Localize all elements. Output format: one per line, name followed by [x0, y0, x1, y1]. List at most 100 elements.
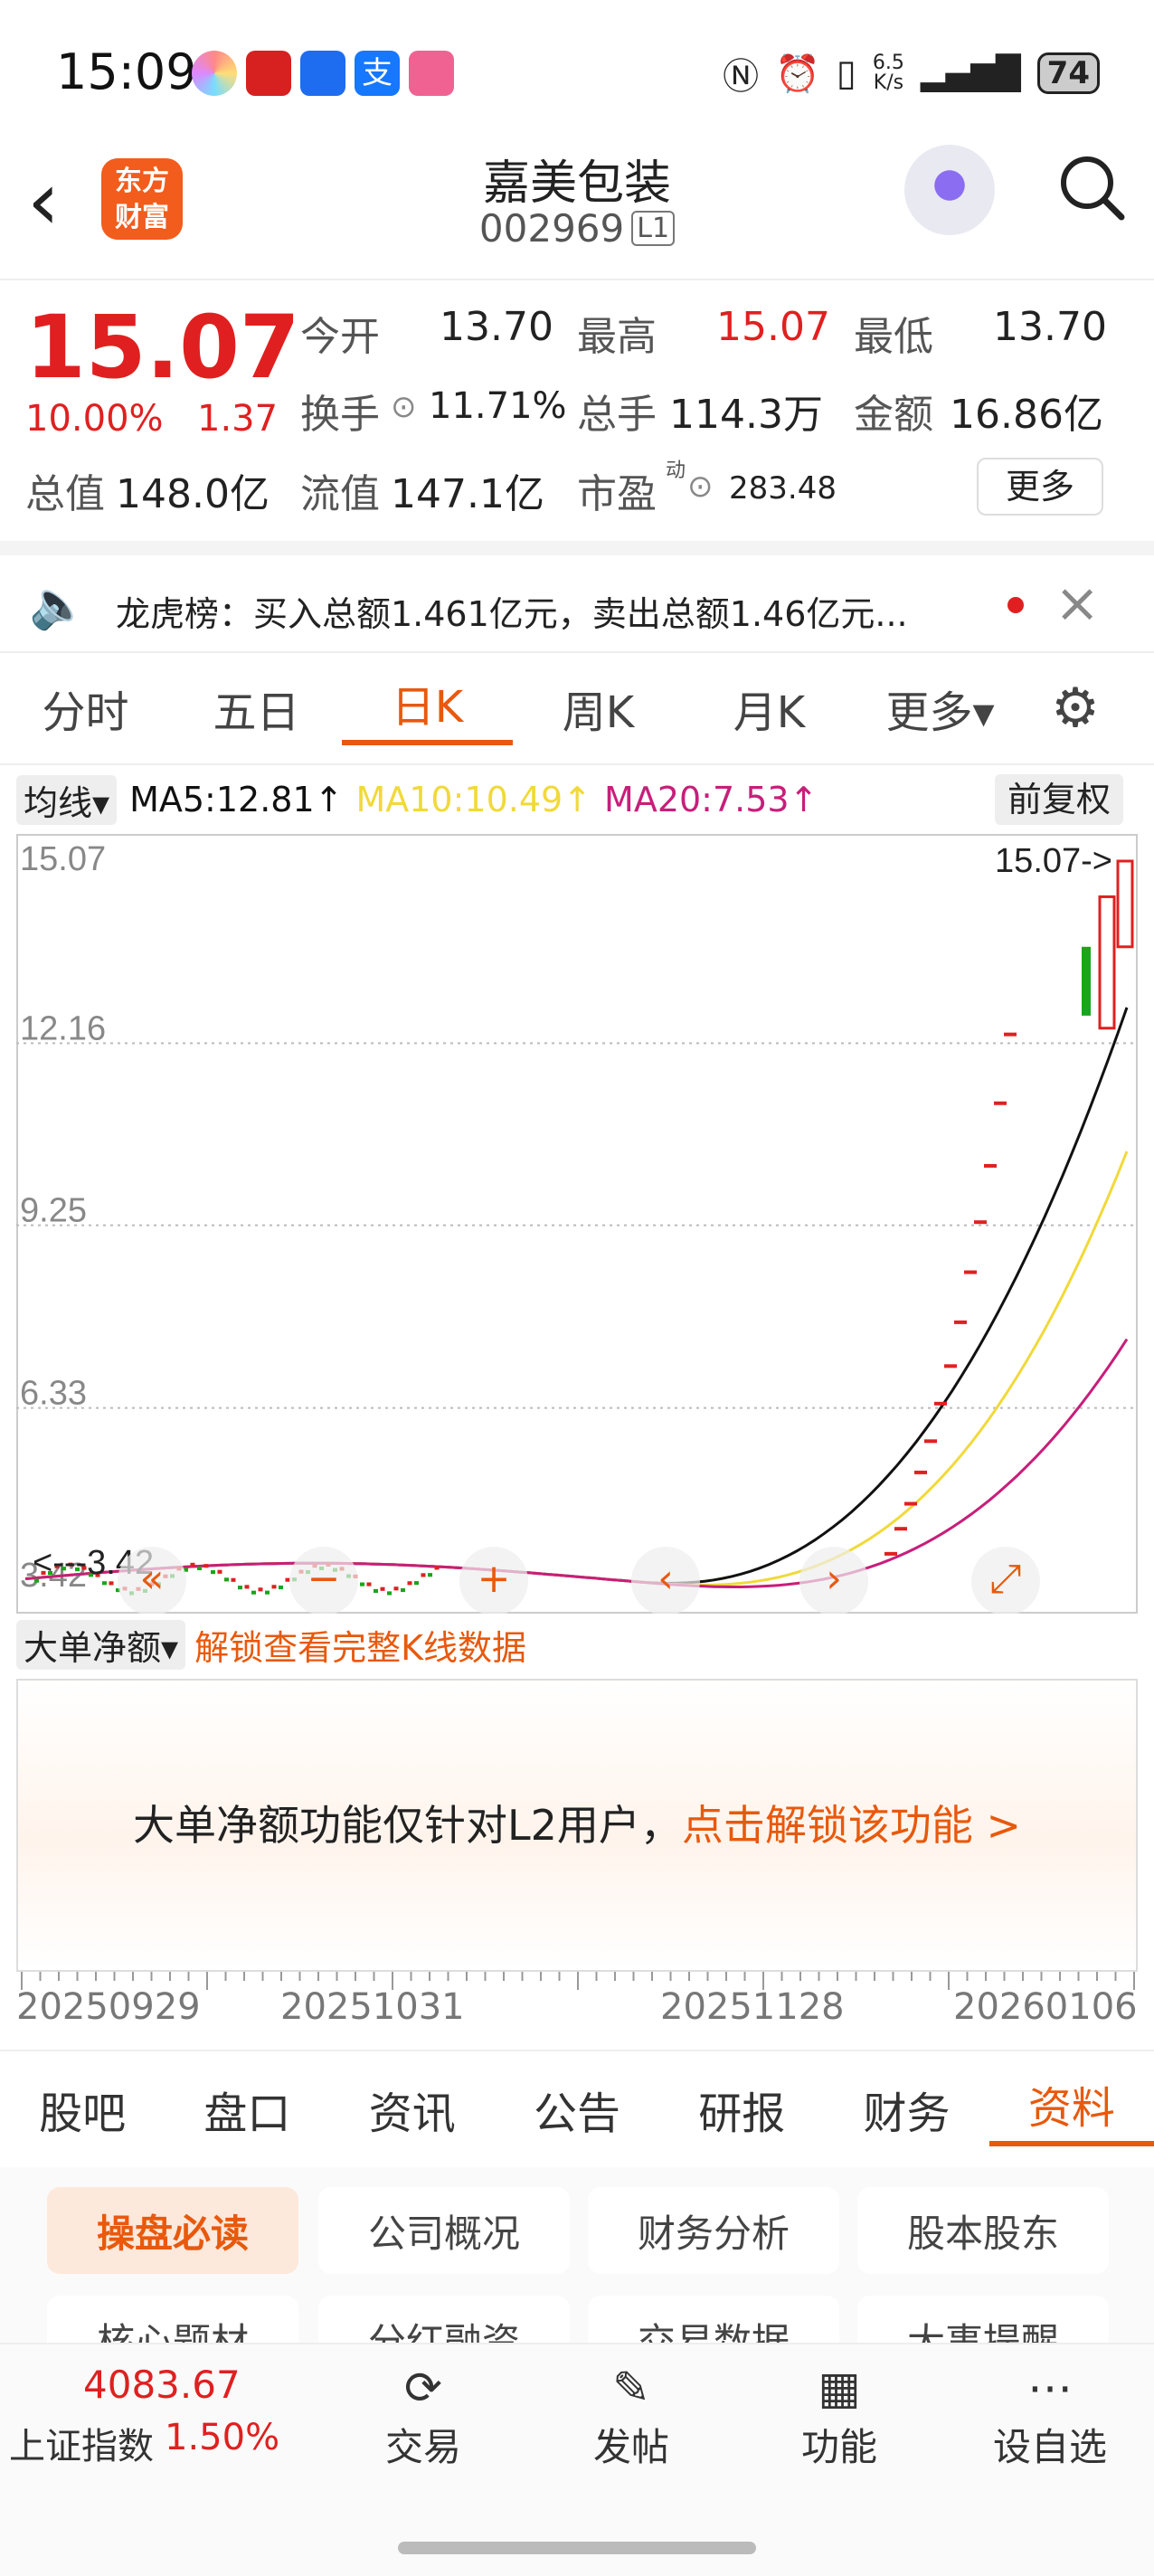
adjust-button[interactable]: 前复权 — [995, 774, 1124, 825]
tab-weekly-k[interactable]: 周K — [513, 677, 684, 740]
shareholders-button[interactable]: 股本股东 — [857, 2187, 1109, 2274]
bottom-toolbar: 4083.67 上证指数 1.50% ⟳ 交易 ✎ 发帖 ▦ 功能 ⋯ 设自选 — [0, 2343, 1154, 2576]
low-value: 13.70 — [993, 304, 1107, 350]
info-tabs: 股吧 盘口 资讯 公告 研报 财务 资料 — [0, 2050, 1154, 2167]
trade-button[interactable]: ⟳ 交易 — [369, 2359, 478, 2472]
tab-intraday[interactable]: 分时 — [0, 677, 171, 740]
watchlist-label: 设自选 — [992, 2425, 1107, 2469]
edit-icon: ✎ — [612, 2362, 650, 2414]
x-tick-label: 20260106 — [953, 1986, 1138, 2028]
pe-value: 283.48 — [729, 470, 837, 507]
chart-control-icon: − — [307, 1556, 341, 1602]
candle — [428, 1573, 432, 1577]
chat-dots-icon: ⋯ — [1027, 2362, 1073, 2414]
tab-daily-k[interactable]: 日K — [342, 671, 513, 745]
gear-icon[interactable]: ⚙ — [1026, 677, 1125, 740]
high-label: 最高 — [577, 314, 657, 360]
tab-guba[interactable]: 股吧 — [0, 2078, 165, 2141]
candle — [360, 1582, 364, 1586]
sub-chart-header: 大单净额▾ 解锁查看完整K线数据 — [16, 1619, 526, 1670]
financial-analysis-button[interactable]: 财务分析 — [588, 2187, 839, 2274]
change-percent: 10.00% — [25, 398, 164, 440]
tab-five-day[interactable]: 五日 — [171, 677, 342, 740]
candle — [265, 1590, 270, 1595]
candle — [251, 1590, 256, 1595]
float-label: 流值 — [300, 471, 380, 517]
ma5-label: MA5:12.81↑ — [129, 780, 344, 819]
turnover-label: 换手 — [300, 392, 380, 438]
sub-chart-panel: 大单净额功能仅针对L2用户， 点击解锁该功能 > — [16, 1679, 1138, 1972]
yen-cycle-icon: ⟳ — [404, 2362, 442, 2414]
x-axis-labels: 20250929 20251031 20251128 20260106 — [0, 1977, 1154, 2031]
unread-dot — [1007, 597, 1024, 613]
info-icon[interactable]: ⊙ — [391, 389, 417, 425]
pe-dynamic-mark: 动 — [666, 459, 686, 482]
y-tick-label: 6.33 — [20, 1375, 87, 1413]
trade-label: 交易 — [384, 2425, 461, 2469]
tab-research[interactable]: 研报 — [659, 2078, 824, 2141]
candle — [244, 1585, 250, 1589]
candle — [231, 1577, 236, 1582]
stock-code: 002969 — [478, 206, 625, 251]
signal-icon: ▂▄▆█ — [920, 54, 1021, 92]
index-change[interactable]: 1.50% — [165, 2417, 279, 2458]
sub-indicator-selector[interactable]: 大单净额▾ — [16, 1619, 186, 1670]
mktcap-label: 总值 — [25, 471, 105, 517]
app-notification-icon — [246, 51, 291, 96]
candle — [197, 1566, 202, 1571]
add-watchlist-button[interactable]: ⋯ 设自选 — [982, 2359, 1118, 2472]
function-button[interactable]: ▦ 功能 — [785, 2359, 894, 2472]
close-icon[interactable]: × — [1055, 572, 1100, 635]
tab-profile[interactable]: 资料 — [988, 2072, 1154, 2146]
tab-monthly-k[interactable]: 月K — [684, 677, 855, 740]
y-tick-label: 15.07 — [20, 840, 106, 878]
tab-finance[interactable]: 财务 — [824, 2078, 988, 2141]
candle — [203, 1564, 209, 1568]
tab-pankou[interactable]: 盘口 — [165, 2078, 329, 2141]
index-value[interactable]: 4083.67 — [83, 2363, 241, 2407]
volume-value: 114.3万 — [669, 392, 823, 438]
candle — [393, 1586, 399, 1591]
nfc-icon: Ⓝ — [723, 56, 760, 98]
tab-more[interactable]: 更多▾ — [855, 677, 1026, 740]
x-tick-label: 20250929 — [16, 1986, 201, 2028]
app-notification-icon — [192, 51, 237, 96]
battery-icon: 74 — [1036, 52, 1100, 94]
candle — [1098, 895, 1116, 1030]
l2-unlock-link[interactable]: 点击解锁该功能 > — [682, 1793, 1021, 1852]
stock-header: ‹ 东方 财富 嘉美包装 002969 L1 — [0, 136, 1154, 280]
vibrate-icon: ▯ — [836, 52, 856, 94]
unlock-kline-link[interactable]: 解锁查看完整K线数据 — [194, 1620, 526, 1670]
chart-control-icon: ⤢ — [989, 1556, 1021, 1602]
lhb-notice[interactable]: 🔈 龙虎榜：买入总额1.461亿元，卖出总额1.46亿元... × — [0, 541, 1154, 653]
open-value: 13.70 — [440, 304, 553, 350]
company-overview-button[interactable]: 公司概况 — [318, 2187, 570, 2274]
low-label: 最低 — [854, 314, 933, 360]
ma-selector[interactable]: 均线▾ — [16, 774, 118, 825]
quote-panel: 15.07 10.00% 1.37 今开 13.70 最高 15.07 最低 1… — [0, 280, 1154, 543]
amount-label: 金额 — [854, 392, 933, 438]
info-icon[interactable]: ⊙ — [687, 469, 714, 505]
tab-news[interactable]: 资讯 — [330, 2078, 495, 2141]
chart-control-icon: + — [478, 1556, 511, 1602]
candle — [387, 1591, 392, 1596]
last-price: 15.07 — [25, 297, 300, 398]
period-tabs: 分时 五日 日K 周K 月K 更多▾ ⚙ — [0, 653, 1154, 765]
x-tick-label: 20251128 — [660, 1986, 845, 2028]
candle-latest — [1116, 859, 1134, 949]
search-icon[interactable] — [1056, 152, 1129, 224]
volume-label: 总手 — [577, 392, 657, 438]
kline-chart[interactable]: 15.0712.169.256.333.4215.07-><---3.42« − +… — [16, 834, 1138, 1614]
y-tick-label: 12.16 — [20, 1009, 106, 1047]
must-read-button[interactable]: 操盘必读 — [47, 2187, 298, 2274]
index-name[interactable]: 上证指数 — [9, 2417, 154, 2469]
tab-announcements[interactable]: 公告 — [495, 2078, 659, 2141]
robot-assistant-icon[interactable] — [904, 145, 995, 235]
status-bar: 15:09 支 Ⓝ ⏰ ▯ 6.5 K/s ▂▄▆█ 74 — [0, 0, 1154, 136]
chart-frame — [16, 834, 1138, 1614]
post-label: 发帖 — [592, 2425, 669, 2469]
post-button[interactable]: ✎ 发帖 — [577, 2359, 686, 2472]
more-button[interactable]: 更多 — [977, 458, 1103, 516]
candle — [238, 1586, 242, 1590]
function-label: 功能 — [800, 2425, 877, 2469]
